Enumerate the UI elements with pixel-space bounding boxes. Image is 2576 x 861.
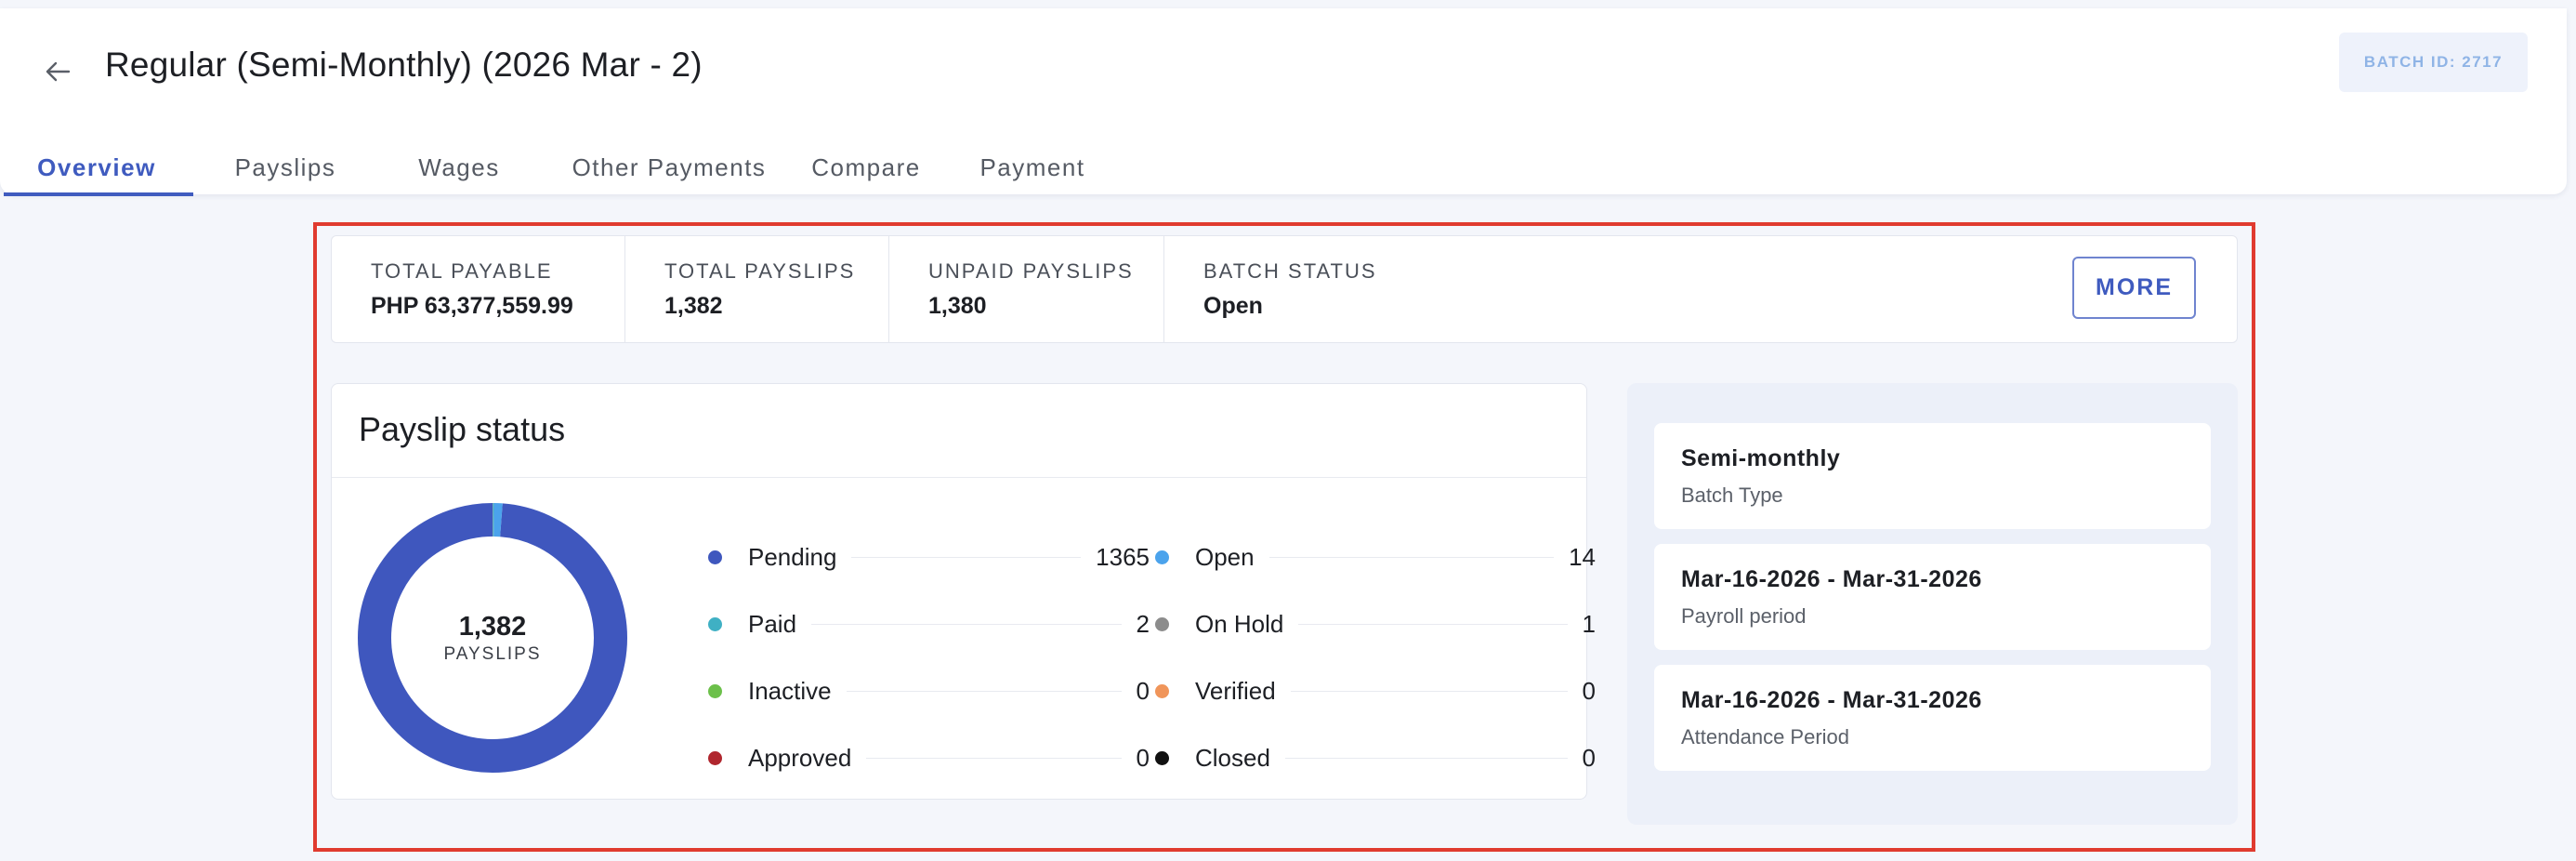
summary-label: TOTAL PAYSLIPS <box>664 258 856 283</box>
legend-dot <box>1155 750 1169 765</box>
attendance-period-card: Mar-16-2026 - Mar-31-2026 Attendance Per… <box>1654 665 2211 771</box>
legend-leader-line <box>1298 623 1568 625</box>
tab-wages[interactable]: Wages <box>377 140 541 194</box>
legend-dot <box>1155 616 1169 631</box>
legend-count: 0 <box>1582 676 1596 705</box>
legend-dot <box>708 750 722 765</box>
summary-label: BATCH STATUS <box>1203 258 1377 283</box>
legend-count: 0 <box>1582 743 1596 772</box>
summary-value: Open <box>1203 292 1263 319</box>
legend-leader-line <box>1268 556 1555 558</box>
legend-leader-line <box>811 623 1122 625</box>
legend-label: Approved <box>748 743 852 772</box>
summary-value: 1,382 <box>664 292 723 319</box>
tab-payment[interactable]: Payment <box>935 140 1130 194</box>
tab-bar: Overview Payslips Wages Other Payments C… <box>0 140 1130 196</box>
legend-label: Open <box>1195 542 1255 571</box>
info-value: Semi-monthly <box>1681 444 1841 471</box>
tab-payslips[interactable]: Payslips <box>193 140 377 194</box>
legend-count: 0 <box>1136 743 1150 772</box>
summary-label: UNPAID PAYSLIPS <box>928 258 1134 283</box>
summary-total-payable: TOTAL PAYABLE PHP 63,377,559.99 <box>332 236 625 342</box>
summary-label: TOTAL PAYABLE <box>371 258 553 283</box>
page-header: Regular (Semi-Monthly) (2026 Mar - 2) BA… <box>0 8 2567 196</box>
summary-bar: TOTAL PAYABLE PHP 63,377,559.99 TOTAL PA… <box>331 235 2238 343</box>
summary-value: 1,380 <box>928 292 987 319</box>
legend-label: Verified <box>1195 676 1276 705</box>
donut-center: 1,382 PAYSLIPS <box>358 503 627 773</box>
legend-dot <box>1155 550 1169 564</box>
legend-leader-line <box>846 690 1122 692</box>
legend-item-closed: Closed 0 <box>1155 739 1596 776</box>
legend-item-open: Open 14 <box>1155 538 1596 576</box>
legend-label: On Hold <box>1195 609 1284 638</box>
info-value: Mar-16-2026 - Mar-31-2026 <box>1681 686 1982 713</box>
info-label: Batch Type <box>1681 483 1783 507</box>
legend-count: 0 <box>1136 676 1150 705</box>
legend-count: 1365 <box>1096 542 1150 571</box>
legend-dot <box>708 550 722 564</box>
card-title: Payslip status <box>359 410 566 448</box>
legend-item-approved: Approved 0 <box>708 739 1150 776</box>
legend-item-inactive: Inactive 0 <box>708 672 1150 709</box>
tab-other-payments[interactable]: Other Payments <box>541 140 797 194</box>
page-title: Regular (Semi-Monthly) (2026 Mar - 2) <box>105 46 703 84</box>
legend-dot <box>708 616 722 631</box>
tab-compare[interactable]: Compare <box>797 140 935 194</box>
info-label: Attendance Period <box>1681 724 1850 748</box>
legend-count: 14 <box>1569 542 1596 571</box>
legend-label: Closed <box>1195 743 1270 772</box>
batch-id-badge: BATCH ID: 2717 <box>2339 33 2528 92</box>
back-button[interactable] <box>39 53 76 90</box>
info-value: Mar-16-2026 - Mar-31-2026 <box>1681 565 1982 592</box>
legend-leader-line <box>851 556 1082 558</box>
legend-leader-line <box>866 757 1122 759</box>
legend-item-on-hold: On Hold 1 <box>1155 605 1596 642</box>
arrow-left-icon <box>46 61 71 82</box>
legend-count: 2 <box>1136 609 1150 638</box>
summary-batch-status: BATCH STATUS Open <box>1164 236 1536 342</box>
legend-label: Paid <box>748 609 797 638</box>
legend-dot <box>708 683 722 698</box>
legend-count: 1 <box>1582 609 1596 638</box>
legend-item-pending: Pending 1365 <box>708 538 1150 576</box>
payslip-status-card: Payslip status 1,382 PAYSLIPS Pending 13… <box>331 383 1596 800</box>
legend-item-verified: Verified 0 <box>1155 672 1596 709</box>
summary-total-payslips: TOTAL PAYSLIPS 1,382 <box>625 236 889 342</box>
legend-dot <box>1155 683 1169 698</box>
donut-total-label: PAYSLIPS <box>443 643 542 664</box>
legend-leader-line <box>1290 690 1568 692</box>
batch-info-panel: Semi-monthly Batch Type Mar-16-2026 - Ma… <box>1627 383 2238 825</box>
tab-overview[interactable]: Overview <box>0 140 193 196</box>
info-label: Payroll period <box>1681 603 1807 628</box>
legend-label: Pending <box>748 542 837 571</box>
legend-item-paid: Paid 2 <box>708 605 1150 642</box>
legend-leader-line <box>1284 757 1568 759</box>
summary-value: PHP 63,377,559.99 <box>371 292 573 319</box>
batch-type-card: Semi-monthly Batch Type <box>1654 423 2211 529</box>
donut-total-count: 1,382 <box>458 611 527 642</box>
payroll-period-card: Mar-16-2026 - Mar-31-2026 Payroll period <box>1654 544 2211 650</box>
legend-label: Inactive <box>748 676 832 705</box>
more-button[interactable]: MORE <box>2072 257 2196 319</box>
summary-unpaid-payslips: UNPAID PAYSLIPS 1,380 <box>889 236 1164 342</box>
divider <box>332 477 1586 478</box>
